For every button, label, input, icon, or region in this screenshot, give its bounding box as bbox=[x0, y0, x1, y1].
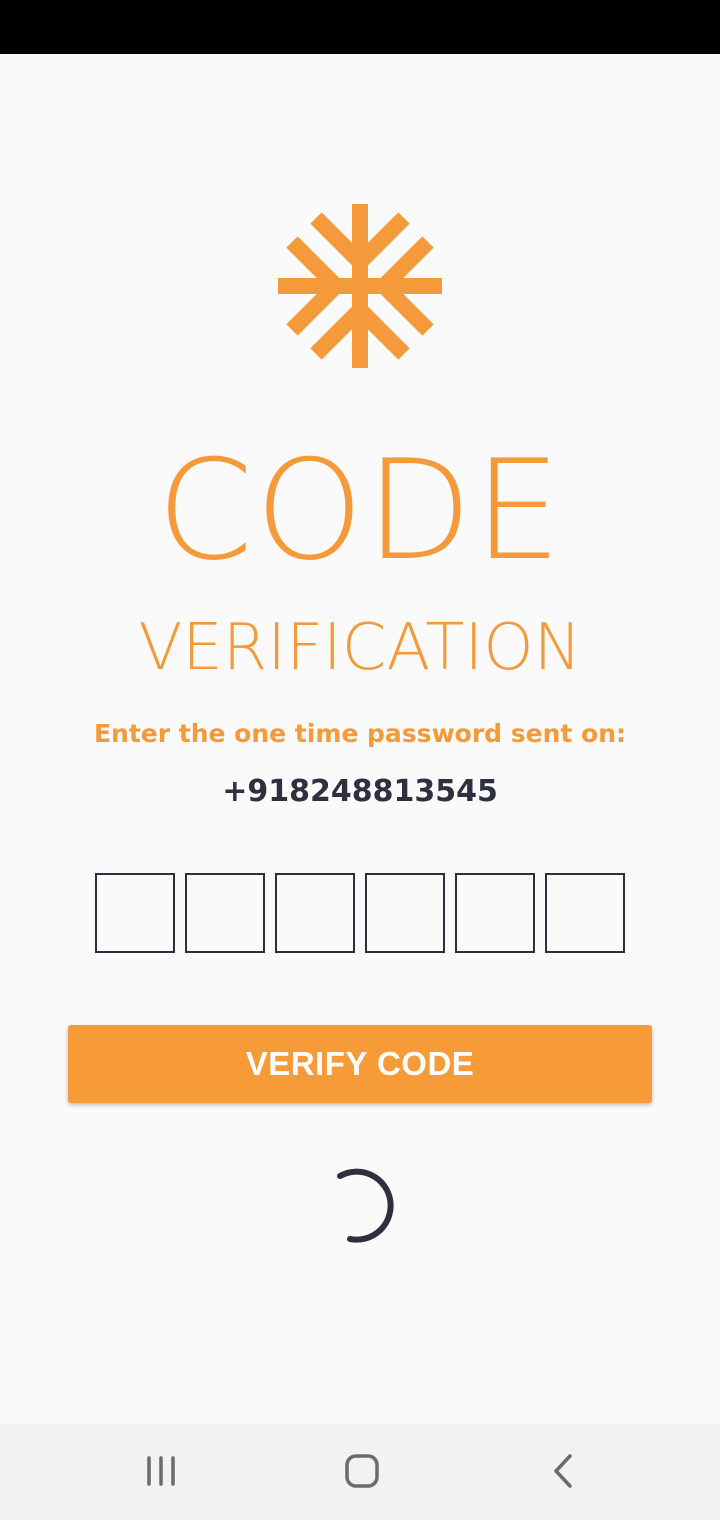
otp-digit-4[interactable] bbox=[365, 873, 445, 953]
page-subtitle: VERIFICATION bbox=[138, 611, 582, 685]
status-bar bbox=[0, 0, 720, 54]
system-navigation-bar bbox=[0, 1424, 720, 1520]
otp-input-group bbox=[95, 873, 625, 953]
otp-digit-3[interactable] bbox=[275, 873, 355, 953]
otp-digit-5[interactable] bbox=[455, 873, 535, 953]
page-title: CODE bbox=[156, 430, 564, 591]
otp-digit-6[interactable] bbox=[545, 873, 625, 953]
phone-number: +918248813545 bbox=[222, 774, 498, 809]
verify-code-button[interactable]: VERIFY CODE bbox=[68, 1025, 652, 1103]
home-icon[interactable] bbox=[336, 1446, 388, 1498]
loading-spinner-icon bbox=[337, 1168, 394, 1243]
recent-apps-icon[interactable] bbox=[135, 1446, 187, 1498]
snowflake-logo-icon bbox=[278, 204, 442, 368]
otp-digit-1[interactable] bbox=[95, 873, 175, 953]
back-icon[interactable] bbox=[538, 1446, 590, 1498]
otp-digit-2[interactable] bbox=[185, 873, 265, 953]
otp-instruction-text: Enter the one time password sent on: bbox=[93, 719, 627, 748]
